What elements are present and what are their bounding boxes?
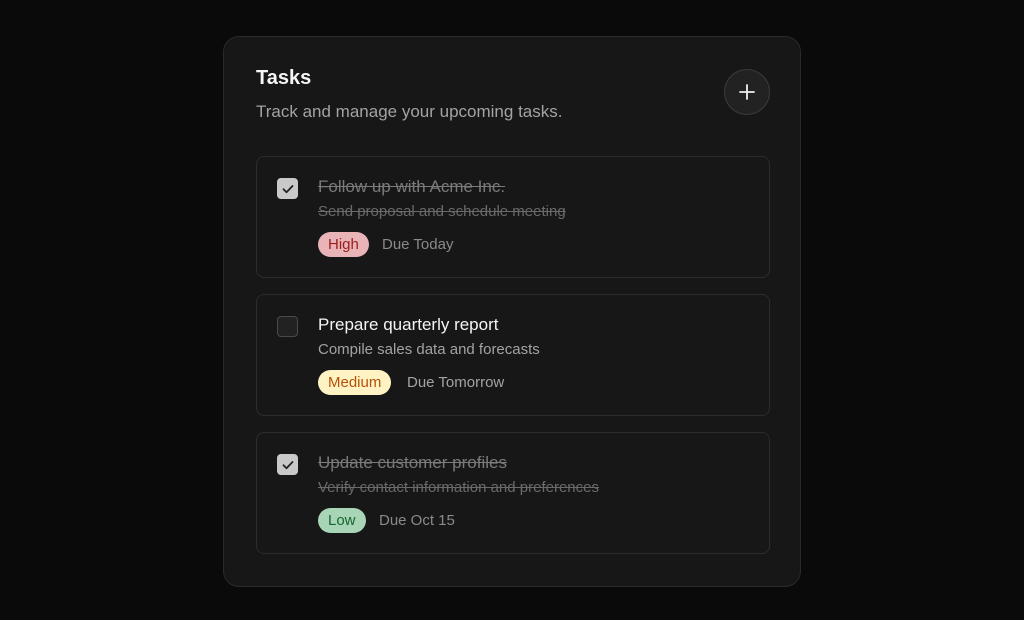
due-date: Due Tomorrow bbox=[407, 374, 505, 391]
priority-badge: Medium bbox=[318, 370, 392, 395]
task-checkbox[interactable] bbox=[277, 454, 298, 475]
check-icon bbox=[282, 460, 293, 469]
priority-badge: Low bbox=[318, 508, 366, 533]
task-item: Follow up with Acme Inc. Send proposal a… bbox=[256, 156, 770, 278]
task-title: Update customer profiles bbox=[318, 453, 507, 472]
task-title: Follow up with Acme Inc. bbox=[318, 177, 506, 196]
priority-badge: High bbox=[318, 232, 369, 257]
task-item: Update customer profiles Verify contact … bbox=[256, 432, 770, 554]
check-icon bbox=[282, 184, 293, 193]
plus-icon bbox=[739, 84, 755, 100]
task-title: Prepare quarterly report bbox=[318, 315, 499, 334]
due-date: Due Today bbox=[382, 236, 454, 253]
task-checkbox[interactable] bbox=[277, 316, 298, 337]
add-task-button[interactable] bbox=[724, 69, 770, 115]
card-title: Tasks bbox=[256, 67, 312, 89]
task-item: Prepare quarterly report Compile sales d… bbox=[256, 294, 770, 416]
due-date: Due Oct 15 bbox=[379, 512, 455, 529]
task-description: Verify contact information and preferenc… bbox=[318, 479, 599, 496]
card-subtitle: Track and manage your upcoming tasks. bbox=[256, 102, 563, 121]
task-checkbox[interactable] bbox=[277, 178, 298, 199]
task-description: Send proposal and schedule meeting bbox=[318, 203, 566, 220]
task-description: Compile sales data and forecasts bbox=[318, 341, 540, 358]
tasks-card: Tasks Track and manage your upcoming tas… bbox=[223, 36, 801, 587]
